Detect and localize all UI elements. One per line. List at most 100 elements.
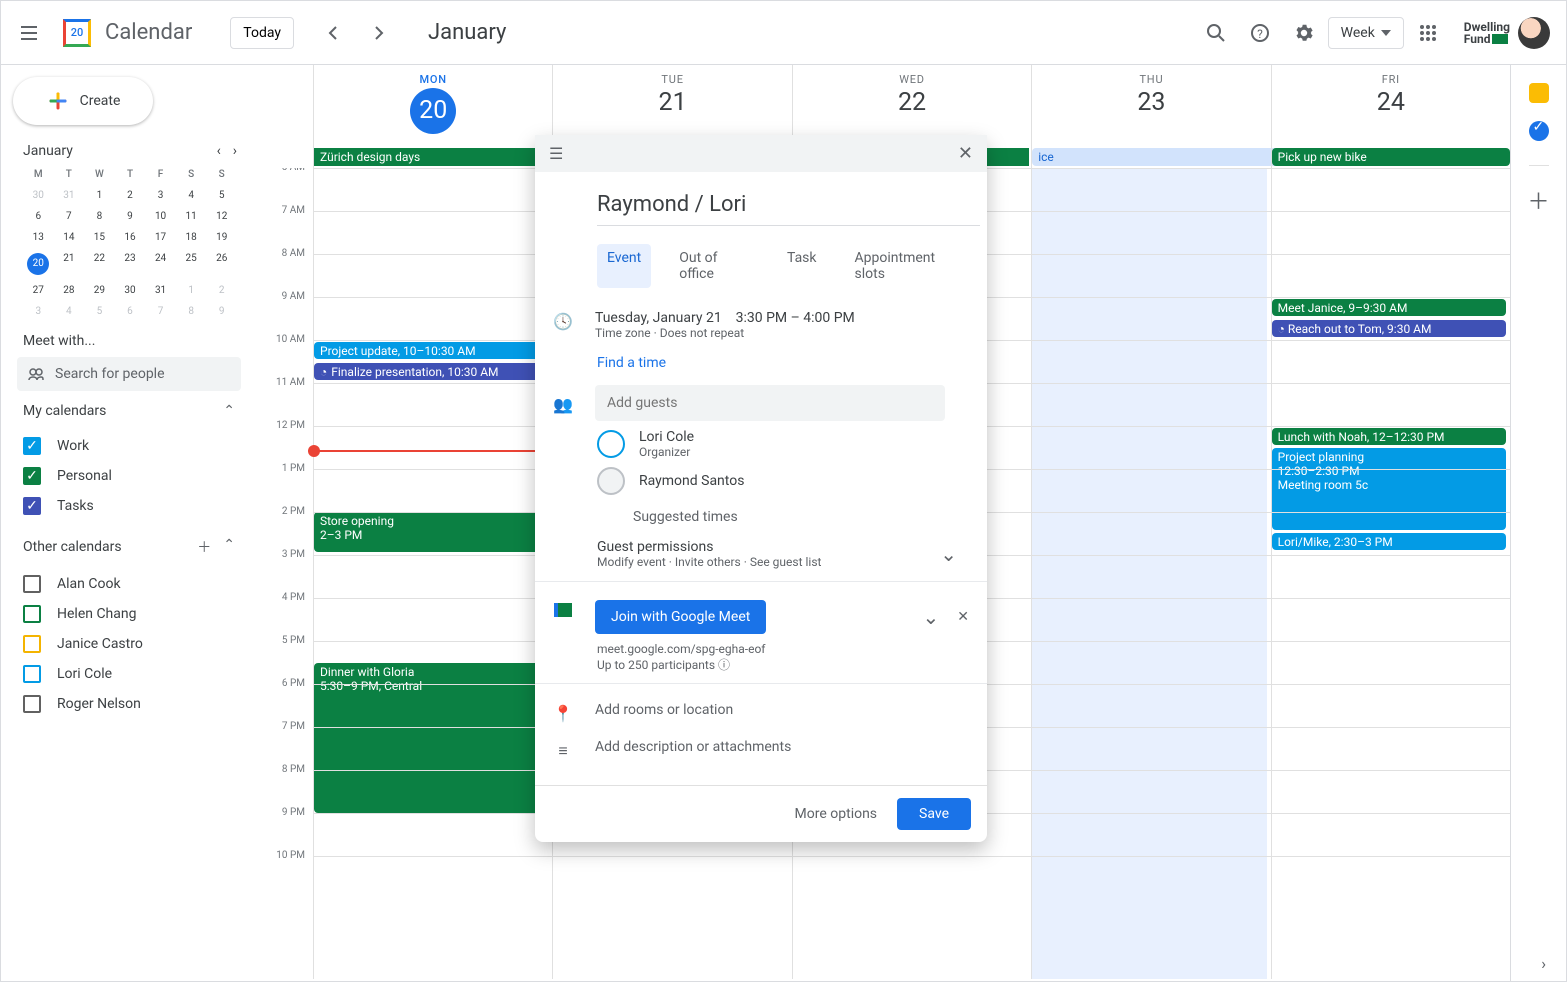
mini-day[interactable]: 18 (176, 232, 207, 243)
day-header[interactable]: THU23 (1031, 65, 1270, 148)
meet-info-icon[interactable]: ⓘ (718, 658, 730, 672)
allday-event[interactable]: Pick up new bike (1272, 148, 1510, 166)
mini-day[interactable]: 30 (115, 285, 146, 296)
mini-day[interactable]: 7 (54, 211, 85, 222)
calendar-item[interactable]: Helen Chang (23, 599, 235, 629)
mini-day[interactable]: 17 (145, 232, 176, 243)
day-col-thu[interactable] (1031, 168, 1270, 979)
calendar-item[interactable]: Janice Castro (23, 629, 235, 659)
mini-prev-icon[interactable]: ‹ (217, 143, 221, 159)
mini-day[interactable]: 6 (23, 211, 54, 222)
my-cal-collapse-icon[interactable]: ⌃ (223, 403, 235, 419)
calendar-item[interactable]: Tasks (23, 491, 235, 521)
add-description-input[interactable]: Add description or attachments (595, 739, 969, 755)
mini-day[interactable]: 8 (84, 211, 115, 222)
mini-day[interactable]: 19 (206, 232, 237, 243)
mini-day[interactable]: 31 (54, 190, 85, 201)
tab-out-of-office[interactable]: Out of office (669, 244, 759, 288)
suggested-times-link[interactable]: Suggested times (633, 495, 969, 529)
mini-day[interactable]: 28 (54, 285, 85, 296)
add-guests-input[interactable] (595, 385, 945, 421)
other-cal-collapse-icon[interactable]: ⌃ (223, 537, 235, 557)
main-menu-button[interactable] (9, 13, 49, 53)
mini-day[interactable]: 21 (54, 253, 85, 275)
tasks-icon[interactable]: ✓ (1529, 121, 1549, 141)
day-header[interactable]: MON20 (313, 65, 552, 148)
drag-handle-icon[interactable]: ☰ (549, 144, 563, 163)
mini-day[interactable]: 10 (145, 211, 176, 222)
mini-day[interactable]: 3 (145, 190, 176, 201)
create-button[interactable]: Create (13, 77, 153, 125)
event[interactable]: Project planning12:30–2:30 PMMeeting roo… (1272, 448, 1506, 530)
event-title-input[interactable] (597, 188, 980, 226)
mini-day[interactable]: 20 (23, 253, 54, 275)
add-location-input[interactable]: Add rooms or location (595, 702, 969, 718)
event[interactable]: Lunch with Noah, 12–12:30 PM (1272, 428, 1506, 445)
mini-day[interactable]: 15 (84, 232, 115, 243)
event[interactable]: Lori/Mike, 2:30–3 PM (1272, 533, 1506, 550)
mini-day[interactable]: 7 (145, 306, 176, 317)
mini-day[interactable]: 14 (54, 232, 85, 243)
mini-day[interactable]: 2 (206, 285, 237, 296)
calendar-item[interactable]: Personal (23, 461, 235, 491)
tab-task[interactable]: Task (777, 244, 827, 288)
permissions-expand-icon[interactable]: ⌄ (940, 542, 957, 566)
mini-day[interactable]: 30 (23, 190, 54, 201)
close-icon[interactable]: ✕ (958, 143, 973, 164)
help-icon[interactable]: ? (1240, 13, 1280, 53)
event-datetime[interactable]: Tuesday, January 21 3:30 PM – 4:00 PM (595, 310, 969, 326)
mini-day[interactable]: 8 (176, 306, 207, 317)
search-icon[interactable] (1196, 13, 1236, 53)
mini-day[interactable]: 4 (54, 306, 85, 317)
view-selector[interactable]: Week (1328, 17, 1404, 49)
day-header[interactable]: FRI24 (1271, 65, 1510, 148)
tab-event[interactable]: Event (597, 244, 651, 288)
mini-day[interactable]: 13 (23, 232, 54, 243)
save-button[interactable]: Save (897, 798, 971, 830)
mini-day[interactable]: 1 (176, 285, 207, 296)
event-task[interactable]: ◔Finalize presentation, 10:30 AM (314, 363, 548, 380)
mini-next-icon[interactable]: › (233, 143, 237, 159)
mini-day[interactable]: 5 (206, 190, 237, 201)
mini-day[interactable]: 12 (206, 211, 237, 222)
mini-day[interactable]: 6 (115, 306, 146, 317)
settings-icon[interactable] (1284, 13, 1324, 53)
keep-icon[interactable] (1529, 83, 1549, 103)
mini-day[interactable]: 27 (23, 285, 54, 296)
mini-day[interactable]: 9 (206, 306, 237, 317)
event[interactable]: Project update, 10–10:30 AM (314, 342, 548, 359)
find-a-time-link[interactable]: Find a time (597, 355, 666, 371)
collapse-sidepanel-icon[interactable]: › (1541, 954, 1546, 973)
meet-options-icon[interactable]: ⌄ (923, 605, 940, 629)
mini-day[interactable]: 23 (115, 253, 146, 275)
other-calendars-label[interactable]: Other calendars (23, 539, 122, 555)
event[interactable]: Store opening2–3 PM (314, 512, 548, 552)
search-people-input[interactable]: Search for people (17, 357, 241, 391)
mini-day[interactable]: 1 (84, 190, 115, 201)
mini-day[interactable]: 5 (84, 306, 115, 317)
event[interactable]: Dinner with Gloria5:30–9 PM, Central (314, 663, 548, 813)
mini-day[interactable]: 16 (115, 232, 146, 243)
join-meet-button[interactable]: Join with Google Meet (595, 600, 766, 634)
calendar-item[interactable]: Lori Cole (23, 659, 235, 689)
mini-day[interactable]: 24 (145, 253, 176, 275)
calendar-item[interactable]: Alan Cook (23, 569, 235, 599)
mini-day[interactable]: 25 (176, 253, 207, 275)
event[interactable]: Meet Janice, 9–9:30 AM (1272, 299, 1506, 316)
apps-icon[interactable] (1408, 13, 1448, 53)
next-week-button[interactable] (358, 13, 398, 53)
mini-day[interactable]: 9 (115, 211, 146, 222)
today-button[interactable]: Today (230, 17, 294, 49)
mini-day[interactable]: 26 (206, 253, 237, 275)
mini-day[interactable]: 31 (145, 285, 176, 296)
mini-day[interactable]: 3 (23, 306, 54, 317)
mini-day[interactable]: 4 (176, 190, 207, 201)
event-task[interactable]: ◔ Reach out to Tom, 9:30 AM (1272, 320, 1506, 337)
add-addon-icon[interactable]: ＋ (1527, 184, 1549, 216)
day-col-fri[interactable]: Meet Janice, 9–9:30 AM ◔ Reach out to To… (1271, 168, 1510, 979)
calendar-item[interactable]: Roger Nelson (23, 689, 235, 719)
mini-day[interactable]: 29 (84, 285, 115, 296)
remove-meet-icon[interactable]: ✕ (957, 609, 969, 625)
mini-day[interactable]: 22 (84, 253, 115, 275)
mini-day[interactable]: 2 (115, 190, 146, 201)
